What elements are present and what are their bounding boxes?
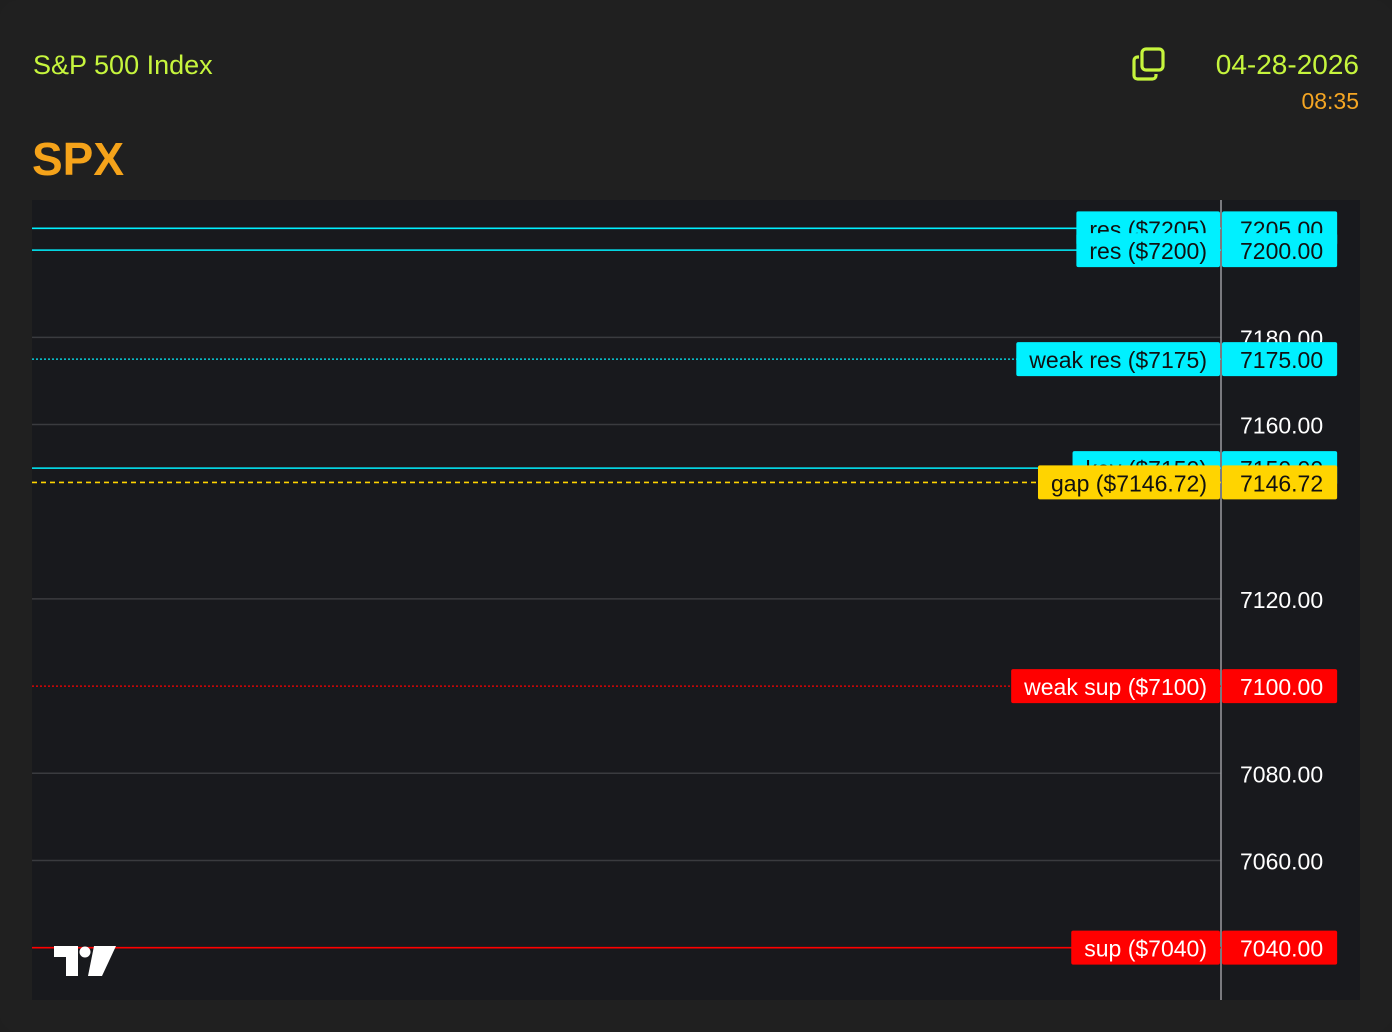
copy-icon[interactable] [1131,46,1167,82]
level-resistance[interactable]: weak res ($7175) 7175.00 [32,342,1338,377]
y-tick-label: 7120.00 [1240,587,1323,613]
level-label: weak sup ($7100) [1023,674,1207,700]
price-label: 7100.00 [1240,674,1323,700]
level-label: gap ($7146.72) [1051,470,1207,496]
price-label: 7146.72 [1240,470,1323,496]
y-tick-label: 7080.00 [1240,761,1323,787]
price-label: 7200.00 [1240,238,1323,264]
widget-card: S&P 500 Index 04-28-2026 08:35 SPX 7060.… [0,0,1392,1032]
ticker-symbol: SPX [32,133,125,185]
price-label: 7175.00 [1240,347,1323,373]
level-resistance[interactable]: res ($7200) 7200.00 [32,233,1338,268]
index-name: S&P 500 Index [33,50,213,80]
level-support[interactable]: sup ($7040) 7040.00 [32,930,1338,965]
y-tick-layer: 7060.007080.007120.007160.007180.00 [1240,325,1323,874]
y-tick-label: 7060.00 [1240,848,1323,874]
chart-canvas[interactable]: 7060.007080.007120.007160.007180.00 res … [32,200,1360,1000]
level-label: res ($7200) [1089,238,1207,264]
level-layer: res ($7205) 7205.00res ($7200) 7200.00weak… [32,211,1338,965]
grid-layer [32,336,1221,862]
tradingview-logo[interactable] [54,946,116,976]
y-tick-label: 7160.00 [1240,413,1323,439]
price-chart[interactable]: 7060.00 7080.00 7120.00 7160.00 7180.00 res … [32,200,1360,1000]
level-label: weak res ($7175) [1028,347,1207,373]
price-label: 7040.00 [1240,936,1323,962]
level-support[interactable]: weak sup ($7100) 7100.00 [32,669,1338,704]
level-gap[interactable]: gap ($7146.72) 7146.72 [32,465,1338,500]
time-label: 08:35 [1301,88,1359,114]
level-label: sup ($7040) [1084,936,1207,962]
date-label: 04-28-2026 [1215,49,1359,80]
